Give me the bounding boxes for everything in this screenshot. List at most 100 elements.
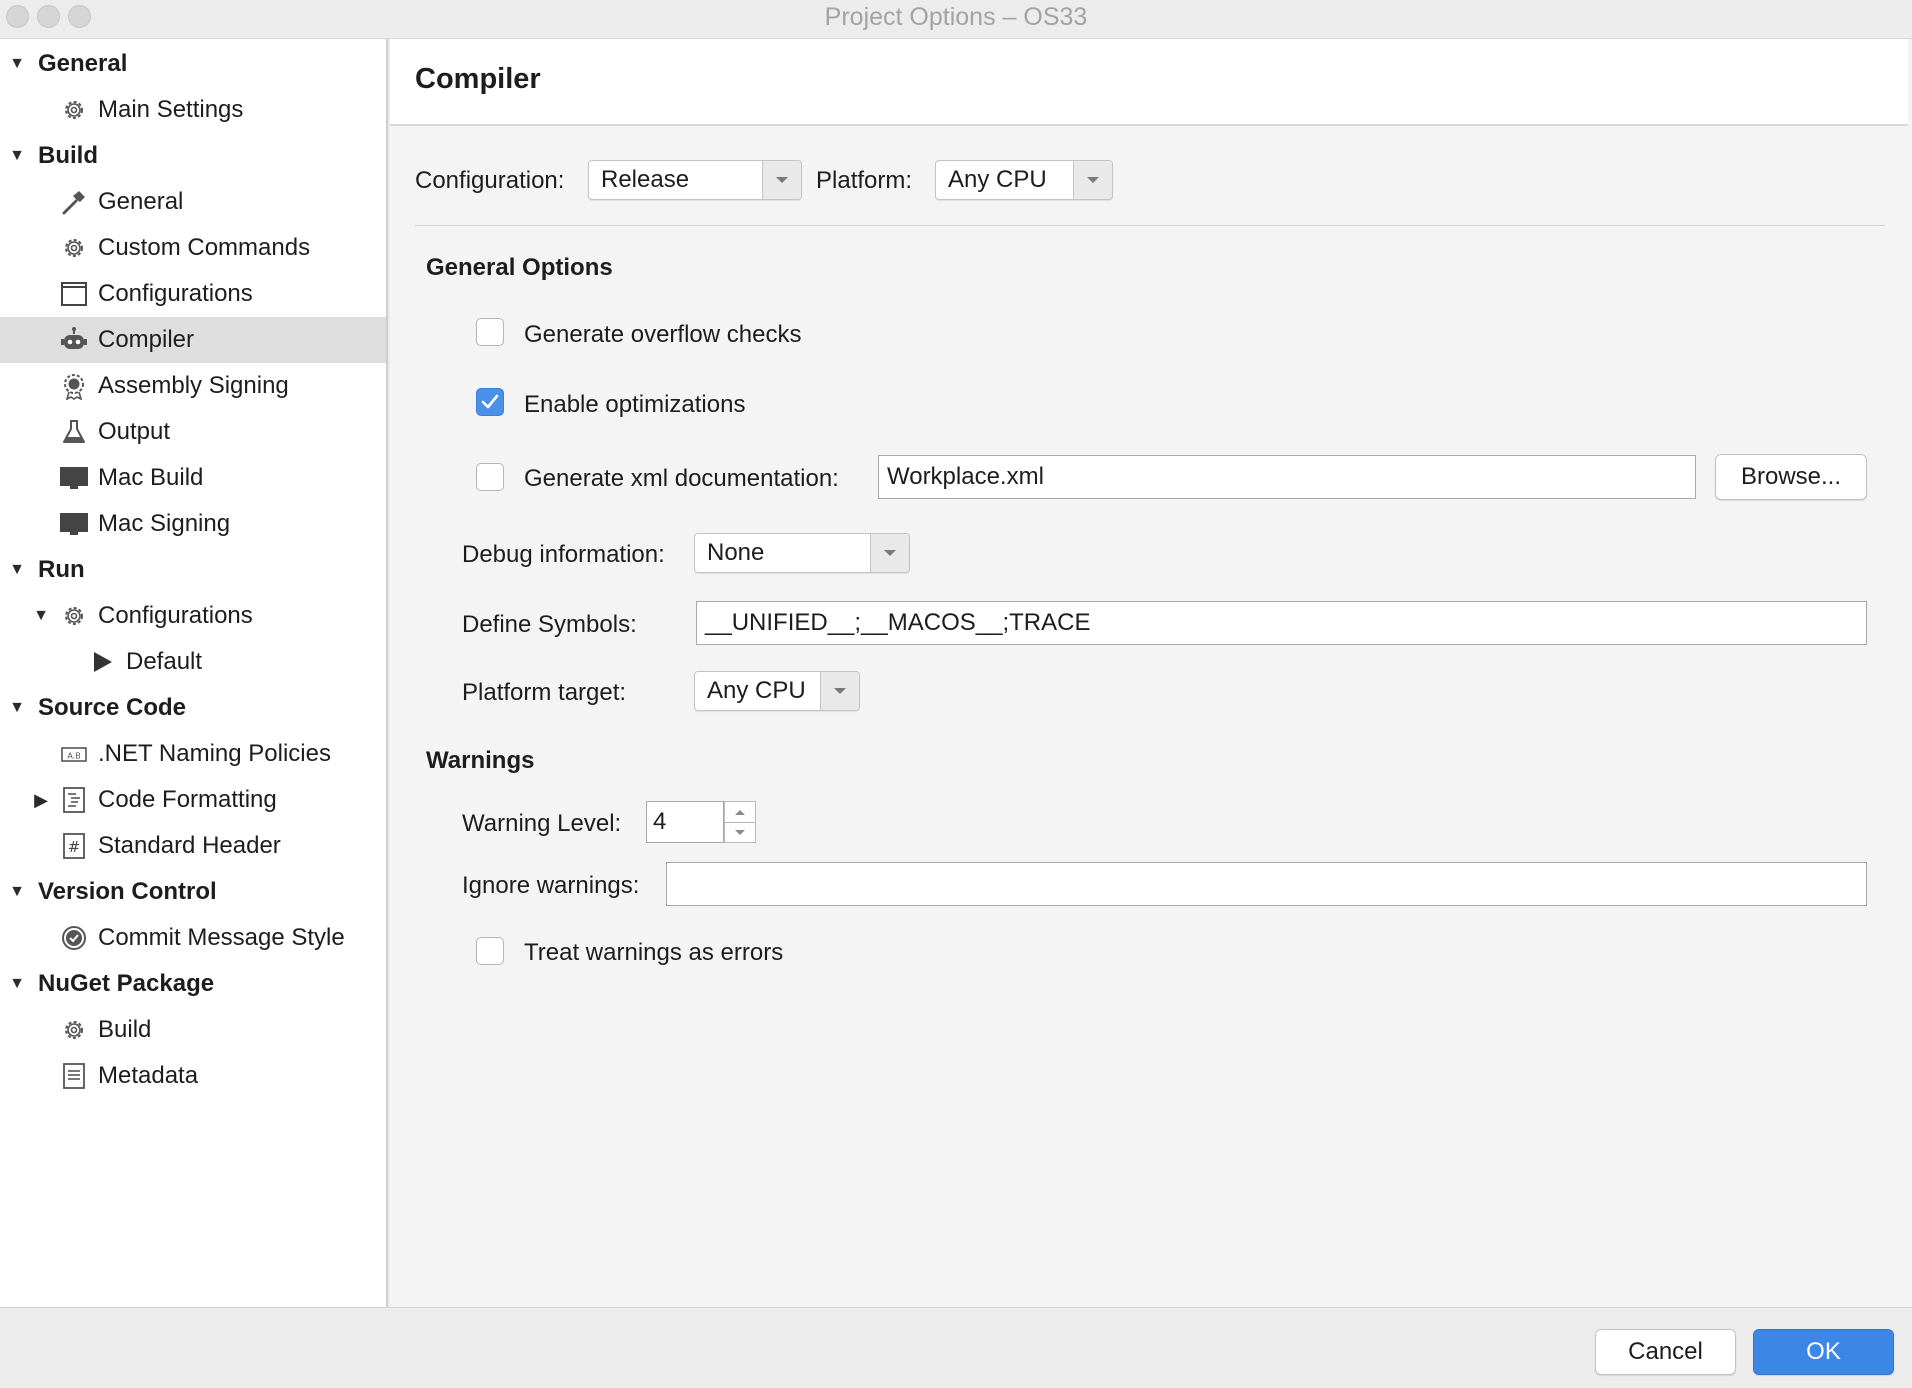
disclosure-right-icon[interactable]: ▶ — [30, 790, 52, 811]
ignore-warnings-label: Ignore warnings: — [462, 872, 640, 899]
page-title: Compiler — [415, 63, 541, 95]
sidebar-section-general[interactable]: ▼ General — [0, 41, 386, 87]
stepper-up-button[interactable] — [724, 801, 756, 822]
title-bar: Project Options – OS33 — [0, 0, 1912, 39]
general-options-heading: General Options — [426, 254, 613, 281]
sidebar-section-source-code[interactable]: ▼ Source Code — [0, 685, 386, 731]
sidebar-item-label: Version Control — [38, 878, 217, 905]
sidebar-item-label: Configurations — [98, 280, 253, 307]
sidebar-section-build[interactable]: ▼ Build — [0, 133, 386, 179]
sidebar-item-label: Build — [98, 1016, 152, 1043]
platform-target-select[interactable]: Any CPU — [694, 671, 860, 711]
window-icon — [58, 278, 90, 310]
dialog-footer: Cancel OK — [0, 1307, 1912, 1388]
disclosure-down-icon[interactable]: ▼ — [6, 699, 28, 717]
check-circle-icon — [58, 922, 90, 954]
xml-documentation-input[interactable]: Workplace.xml — [878, 455, 1696, 499]
sidebar-item-label: Code Formatting — [98, 786, 277, 813]
xml-documentation-checkbox[interactable] — [476, 463, 504, 491]
sidebar-item-run-configurations[interactable]: ▼ Configurations — [0, 593, 386, 639]
disclosure-down-icon[interactable]: ▼ — [6, 883, 28, 901]
chevron-up-icon — [735, 809, 745, 815]
platform-target-label: Platform target: — [462, 679, 627, 706]
configuration-value: Release — [601, 166, 690, 193]
sidebar-item-label: Standard Header — [98, 832, 281, 859]
sidebar-item-assembly-signing[interactable]: Assembly Signing — [0, 363, 386, 409]
window-title: Project Options – OS33 — [824, 3, 1088, 31]
list-icon — [58, 1060, 90, 1092]
panel-header: Compiler — [390, 39, 1908, 126]
sidebar-item-naming-policies[interactable]: A.B .NET Naming Policies — [0, 731, 386, 777]
checkmark-icon — [481, 394, 499, 409]
sidebar-item-label: Compiler — [98, 326, 195, 353]
disclosure-down-icon[interactable]: ▼ — [6, 147, 28, 165]
configuration-label: Configuration: — [415, 167, 565, 194]
stepper-down-button[interactable] — [724, 822, 756, 843]
compiler-panel: Compiler Configuration: Release Platform… — [390, 39, 1912, 1307]
options-sidebar: ▼ General Main Settings ▼ Build General … — [0, 39, 388, 1307]
chevron-down-icon — [735, 830, 745, 835]
sidebar-item-code-formatting[interactable]: ▶ Code Formatting — [0, 777, 386, 823]
ignore-warnings-input[interactable] — [666, 862, 1867, 906]
platform-select[interactable]: Any CPU — [935, 160, 1113, 200]
debug-information-label: Debug information: — [462, 541, 665, 568]
sidebar-item-mac-signing[interactable]: Mac Signing — [0, 501, 386, 547]
sidebar-item-output[interactable]: Output — [0, 409, 386, 455]
hash-icon: # — [58, 830, 90, 862]
disclosure-down-icon[interactable]: ▼ — [6, 561, 28, 579]
sidebar-item-default[interactable]: Default — [0, 639, 386, 685]
browse-button[interactable]: Browse... — [1715, 454, 1867, 500]
sidebar-item-mac-build[interactable]: Mac Build — [0, 455, 386, 501]
sidebar-item-label: Mac Build — [98, 464, 204, 491]
project-options-window: Project Options – OS33 ▼ General Main Se… — [0, 0, 1912, 1388]
disclosure-down-icon[interactable]: ▼ — [30, 607, 52, 625]
sidebar-item-metadata[interactable]: Metadata — [0, 1053, 386, 1099]
sidebar-item-standard-header[interactable]: # Standard Header — [0, 823, 386, 869]
sidebar-item-commit-message-style[interactable]: Commit Message Style — [0, 915, 386, 961]
sidebar-section-version-control[interactable]: ▼ Version Control — [0, 869, 386, 915]
warning-level-value: 4 — [653, 808, 667, 835]
ok-button[interactable]: OK — [1753, 1329, 1894, 1375]
chevron-down-icon — [762, 161, 801, 199]
sidebar-item-build-general[interactable]: General — [0, 179, 386, 225]
sidebar-item-label: Default — [126, 648, 203, 675]
sidebar-item-compiler[interactable]: Compiler — [0, 317, 386, 363]
disclosure-down-icon[interactable]: ▼ — [6, 55, 28, 73]
cancel-button[interactable]: Cancel — [1595, 1329, 1736, 1375]
debug-information-select[interactable]: None — [694, 533, 910, 573]
sidebar-item-label: Main Settings — [98, 96, 244, 123]
gear-icon — [58, 1014, 90, 1046]
gear-icon — [58, 94, 90, 126]
disclosure-down-icon[interactable]: ▼ — [6, 975, 28, 993]
warning-level-stepper[interactable]: 4 — [646, 801, 756, 843]
sidebar-item-label: Custom Commands — [98, 234, 311, 261]
define-symbols-input[interactable]: __UNIFIED__;__MACOS__;TRACE — [696, 601, 1867, 645]
configuration-select[interactable]: Release — [588, 160, 802, 200]
warning-level-input[interactable]: 4 — [646, 801, 724, 843]
sidebar-item-label: General — [38, 50, 128, 77]
optimizations-checkbox[interactable] — [476, 388, 504, 416]
sidebar-section-run[interactable]: ▼ Run — [0, 547, 386, 593]
robot-icon — [58, 324, 90, 356]
treat-warnings-as-errors-checkbox[interactable] — [476, 937, 504, 965]
badge-icon — [58, 370, 90, 402]
sidebar-item-custom-commands[interactable]: Custom Commands — [0, 225, 386, 271]
sidebar-item-label: NuGet Package — [38, 970, 215, 997]
sidebar-item-build-configurations[interactable]: Configurations — [0, 271, 386, 317]
sidebar-item-nuget-build[interactable]: Build — [0, 1007, 386, 1053]
sidebar-item-label: .NET Naming Policies — [98, 740, 331, 767]
chevron-down-icon — [1073, 161, 1112, 199]
sidebar-item-main-settings[interactable]: Main Settings — [0, 87, 386, 133]
warning-level-label: Warning Level: — [462, 810, 622, 837]
platform-value: Any CPU — [948, 166, 1047, 193]
sidebar-section-nuget-package[interactable]: ▼ NuGet Package — [0, 961, 386, 1007]
debug-information-value: None — [707, 539, 765, 566]
sidebar-item-label: Mac Signing — [98, 510, 231, 537]
define-symbols-value: __UNIFIED__;__MACOS__;TRACE — [705, 609, 1091, 636]
xml-documentation-value: Workplace.xml — [887, 463, 1044, 490]
flask-icon — [58, 416, 90, 448]
overflow-checks-checkbox[interactable] — [476, 318, 504, 346]
optimizations-label: Enable optimizations — [524, 391, 746, 418]
sidebar-item-label: Run — [38, 556, 85, 583]
platform-target-value: Any CPU — [707, 677, 806, 704]
